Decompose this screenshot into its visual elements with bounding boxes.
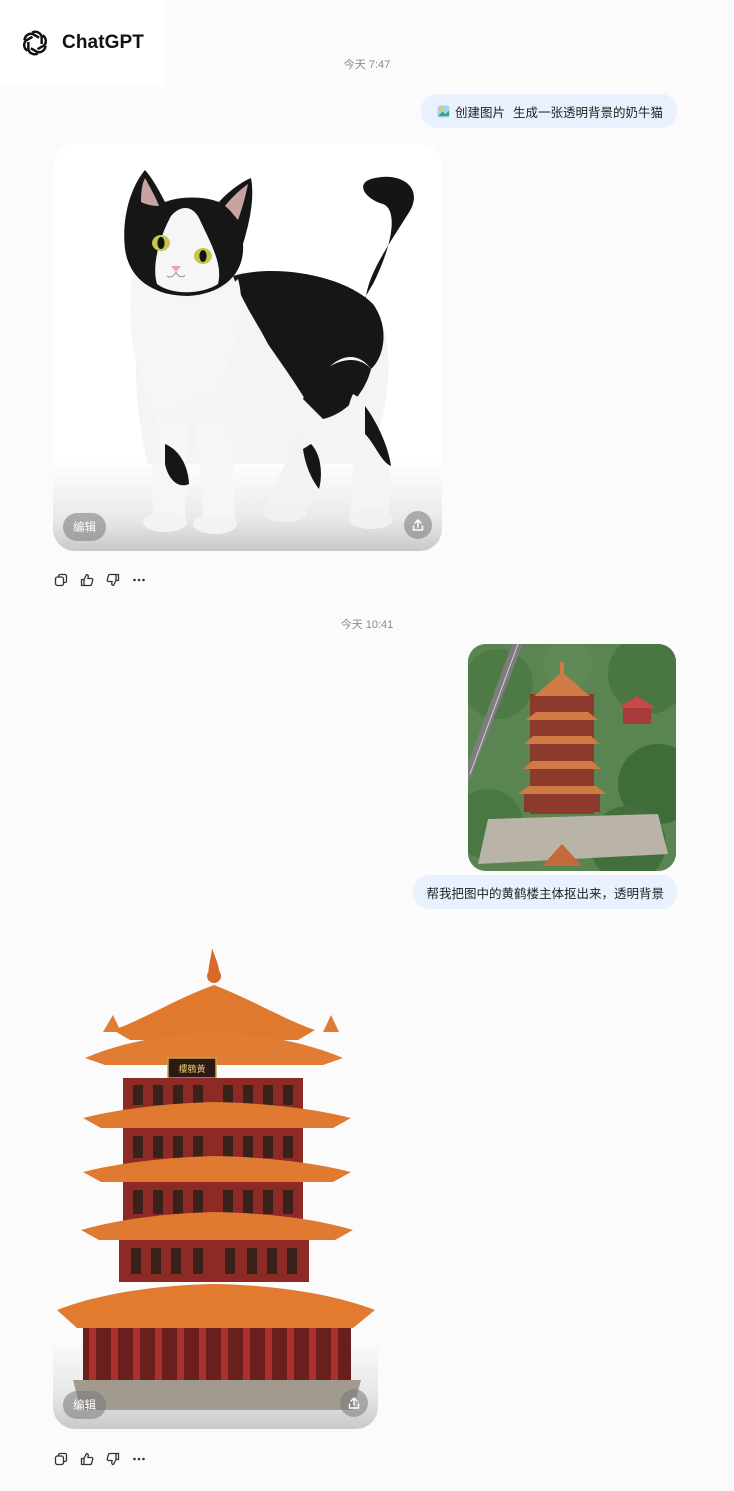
edit-button[interactable]: 编辑 xyxy=(63,513,106,541)
thumbs-up-button[interactable] xyxy=(79,1451,95,1467)
tuxedo-cat-transparent-image xyxy=(124,170,414,534)
thumbs-up-button[interactable] xyxy=(79,572,95,588)
brand-header: ChatGPT xyxy=(0,0,165,86)
uploaded-image[interactable] xyxy=(468,644,676,871)
message-actions xyxy=(53,1451,157,1467)
brand-name: ChatGPT xyxy=(62,32,144,53)
thumbs-up-icon xyxy=(80,1452,94,1466)
more-button[interactable] xyxy=(131,572,147,588)
user-message-text: 生成一张透明背景的奶牛猫 xyxy=(512,105,663,120)
generated-image-card[interactable]: 樓鶴黃 编辑 xyxy=(53,940,378,1429)
copy-button[interactable] xyxy=(53,1451,69,1467)
thumbs-down-button[interactable] xyxy=(105,1451,121,1467)
timestamp: 今天 7:47 xyxy=(343,59,391,71)
user-message: 帮我把图中的黄鹤楼主体抠出来，透明背景 xyxy=(413,875,677,909)
share-button[interactable] xyxy=(404,511,432,539)
yellow-crane-tower-cutout-image: 樓鶴黃 xyxy=(57,948,375,1410)
tower-sign-text: 樓鶴黃 xyxy=(178,1063,205,1075)
thumbs-up-icon xyxy=(80,573,94,587)
thumbs-down-button[interactable] xyxy=(105,572,121,588)
thumbs-down-icon xyxy=(106,1452,120,1466)
timestamp: 今天 10:41 xyxy=(340,619,394,631)
thumbs-down-icon xyxy=(106,573,120,587)
message-actions xyxy=(53,572,157,588)
yellow-crane-tower-photo xyxy=(468,644,676,871)
more-icon xyxy=(133,578,145,582)
tool-label: 创建图片 xyxy=(454,105,505,120)
copy-icon xyxy=(54,1452,68,1466)
share-button[interactable] xyxy=(340,1389,368,1417)
generated-image-card[interactable]: 编辑 xyxy=(53,144,442,551)
user-message-text: 帮我把图中的黄鹤楼主体抠出来，透明背景 xyxy=(426,886,664,901)
edit-button[interactable]: 编辑 xyxy=(63,1391,106,1419)
image-create-icon xyxy=(437,104,450,118)
more-button[interactable] xyxy=(131,1451,147,1467)
share-icon xyxy=(412,519,424,531)
more-icon xyxy=(133,1457,145,1461)
user-message: 创建图片 生成一张透明背景的奶牛猫 xyxy=(420,94,677,128)
share-icon xyxy=(348,1397,360,1409)
copy-icon xyxy=(54,573,68,587)
copy-button[interactable] xyxy=(53,572,69,588)
